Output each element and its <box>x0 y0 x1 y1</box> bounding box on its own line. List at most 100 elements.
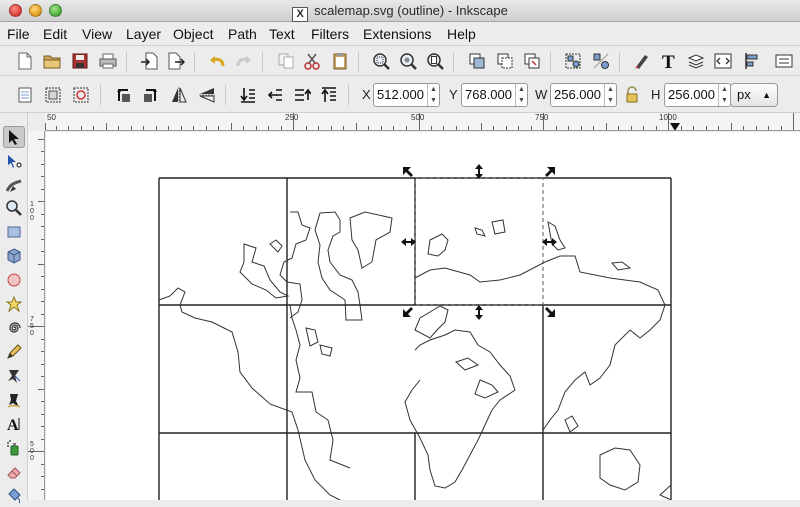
lower-icon[interactable] <box>263 83 287 107</box>
unit-select[interactable]: px ▲▼ <box>730 83 778 122</box>
tweak-tool-icon[interactable] <box>3 174 25 196</box>
ruler-label: 50 <box>47 113 56 122</box>
copy-icon[interactable] <box>274 49 298 73</box>
eraser-tool-icon[interactable] <box>3 461 25 483</box>
selector-tool-icon[interactable] <box>3 126 25 148</box>
unit-value: px <box>737 87 751 102</box>
separator <box>619 52 620 72</box>
menu-file[interactable]: File <box>7 26 30 42</box>
h-field[interactable]: 256.000 ▲ ▼ <box>664 83 731 107</box>
flip-vertical-icon[interactable] <box>195 83 219 107</box>
drawing-canvas[interactable] <box>46 132 800 500</box>
x-field[interactable]: 512.000 ▲ ▼ <box>373 83 440 107</box>
menu-help[interactable]: Help <box>447 26 476 42</box>
calligraphy-tool-icon[interactable] <box>3 389 25 411</box>
ruler-label: 500 <box>30 441 34 462</box>
clone-icon[interactable] <box>493 49 517 73</box>
open-icon[interactable] <box>40 49 64 73</box>
import-icon[interactable] <box>137 49 161 73</box>
zoom-drawing-icon[interactable] <box>396 49 420 73</box>
save-icon[interactable] <box>68 49 92 73</box>
pen-tool-icon[interactable] <box>3 365 25 387</box>
layers-icon[interactable] <box>684 49 708 73</box>
scale-handle-left[interactable] <box>401 238 416 246</box>
h-value: 256.000 <box>668 87 715 102</box>
raise-icon[interactable] <box>290 83 314 107</box>
flip-horizontal-icon[interactable] <box>167 83 191 107</box>
x-stepper[interactable]: ▲ ▼ <box>427 84 439 106</box>
ungroup-icon[interactable] <box>589 49 613 73</box>
menu-path[interactable]: Path <box>228 26 257 42</box>
selection-handles[interactable] <box>401 164 557 320</box>
scale-handle-top[interactable] <box>475 164 483 179</box>
scale-handle-right[interactable] <box>542 238 557 246</box>
rotate-cw-icon[interactable] <box>139 83 163 107</box>
h-stepper[interactable]: ▲ ▼ <box>718 84 730 106</box>
scale-handle-top-right[interactable] <box>545 167 555 177</box>
text-font-icon[interactable]: T <box>657 49 681 73</box>
w-field[interactable]: 256.000 ▲ ▼ <box>550 83 617 107</box>
select-all-layers-icon[interactable] <box>41 83 65 107</box>
fill-stroke-icon[interactable] <box>630 49 654 73</box>
duplicate-icon[interactable] <box>465 49 489 73</box>
separator <box>262 52 263 72</box>
new-document-icon[interactable] <box>13 49 37 73</box>
xml-editor-icon[interactable] <box>711 49 735 73</box>
y-field[interactable]: 768.000 ▲ ▼ <box>461 83 528 107</box>
zoom-page-icon[interactable] <box>423 49 447 73</box>
more-icon[interactable] <box>772 49 796 73</box>
map-drawing[interactable] <box>46 132 800 500</box>
toolbox: A <box>0 113 28 504</box>
print-icon[interactable] <box>96 49 120 73</box>
align-icon[interactable] <box>740 49 764 73</box>
group-icon[interactable] <box>561 49 585 73</box>
separator <box>550 52 551 72</box>
x-label: X <box>362 87 371 102</box>
select-all-icon[interactable] <box>13 83 37 107</box>
svg-text:T: T <box>662 52 675 70</box>
rectangle-tool-icon[interactable] <box>3 221 25 243</box>
menu-layer[interactable]: Layer <box>126 26 161 42</box>
rotate-ccw-icon[interactable] <box>111 83 135 107</box>
undo-icon[interactable] <box>205 49 229 73</box>
commands-toolbar: T <box>0 47 800 76</box>
ellipse-tool-icon[interactable] <box>3 269 25 291</box>
node-tool-icon[interactable] <box>3 150 25 172</box>
zoom-selection-icon[interactable] <box>369 49 393 73</box>
paint-bucket-tool-icon[interactable] <box>3 485 25 507</box>
paste-icon[interactable] <box>328 49 352 73</box>
export-icon[interactable] <box>164 49 188 73</box>
pencil-tool-icon[interactable] <box>3 341 25 363</box>
menu-view[interactable]: View <box>82 26 112 42</box>
raise-to-top-icon[interactable] <box>317 83 341 107</box>
star-tool-icon[interactable] <box>3 293 25 315</box>
scale-handle-bottom-left[interactable] <box>403 307 413 317</box>
zoom-tool-icon[interactable] <box>3 197 25 219</box>
ruler-label: 750 <box>30 316 34 337</box>
menu-edit[interactable]: Edit <box>43 26 67 42</box>
lower-to-bottom-icon[interactable] <box>236 83 260 107</box>
text-tool-icon[interactable]: A <box>3 413 25 435</box>
menu-filters[interactable]: Filters <box>311 26 349 42</box>
deselect-icon[interactable] <box>69 83 93 107</box>
redo-icon[interactable] <box>232 49 256 73</box>
menu-bar: File Edit View Layer Object Path Text Fi… <box>0 22 800 46</box>
x-value: 512.000 <box>377 87 424 102</box>
y-stepper[interactable]: ▲ ▼ <box>515 84 527 106</box>
3d-box-tool-icon[interactable] <box>3 245 25 267</box>
spiral-tool-icon[interactable] <box>3 317 25 339</box>
ruler-label: 750 <box>535 113 549 122</box>
w-stepper[interactable]: ▲ ▼ <box>604 84 616 106</box>
lock-icon[interactable] <box>620 83 644 107</box>
spray-tool-icon[interactable] <box>3 437 25 459</box>
separator <box>453 52 454 72</box>
menu-text[interactable]: Text <box>269 26 295 42</box>
scale-handle-bottom-right[interactable] <box>545 307 555 317</box>
menu-extensions[interactable]: Extensions <box>363 26 431 42</box>
menu-object[interactable]: Object <box>173 26 213 42</box>
separator <box>194 52 195 72</box>
cut-icon[interactable] <box>300 49 324 73</box>
unlink-clone-icon[interactable] <box>520 49 544 73</box>
scale-handle-bottom[interactable] <box>475 305 483 320</box>
scale-handle-top-left[interactable] <box>403 167 413 177</box>
